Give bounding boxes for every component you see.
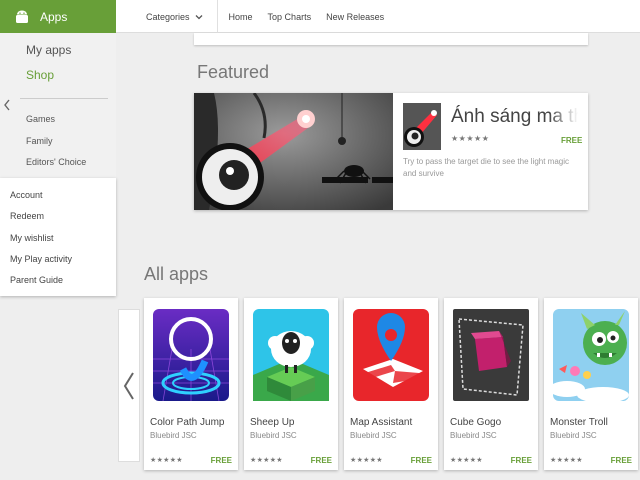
featured-card[interactable]: Ánh sáng ma thuật ★★★★★ FREE Try to pass… <box>194 93 588 210</box>
app-price[interactable]: FREE <box>411 456 432 465</box>
scroll-left-button[interactable] <box>118 309 140 462</box>
sidebar-divider <box>20 98 108 99</box>
app-rating: ★★★★★ <box>250 457 283 464</box>
parent-guide-link[interactable]: Parent Guide <box>10 275 63 285</box>
sidebar-item-editors-choice[interactable]: Editors' Choice <box>26 157 86 167</box>
categories-label: Categories <box>146 11 190 22</box>
app-name[interactable]: Cube Gogo <box>450 417 501 428</box>
app-price[interactable]: FREE <box>611 456 632 465</box>
account-menu: Account Redeem My wishlist My Play activ… <box>0 178 116 296</box>
nav-new-releases[interactable]: New Releases <box>326 12 384 22</box>
app-card-cube-gogo[interactable]: Cube Gogo Bluebird JSC ★★★★★ FREE <box>444 298 538 470</box>
redeem-link[interactable]: Redeem <box>10 211 44 221</box>
app-name[interactable]: Monster Troll <box>550 417 608 428</box>
app-card-map-assistant[interactable]: Map Assistant Bluebird JSC ★★★★★ FREE <box>344 298 438 470</box>
play-activity-link[interactable]: My Play activity <box>10 254 72 264</box>
sidebar-item-games[interactable]: Games <box>26 114 55 124</box>
featured-app-icon <box>403 103 441 150</box>
chevron-left-icon[interactable] <box>3 99 11 111</box>
app-price[interactable]: FREE <box>311 456 332 465</box>
app-card-color-path-jump[interactable]: Color Path Jump Bluebird JSC ★★★★★ FREE <box>144 298 238 470</box>
app-rating: ★★★★★ <box>150 457 183 464</box>
sidebar-item-my-apps[interactable]: My apps <box>26 43 71 57</box>
sheep-icon <box>253 309 329 401</box>
all-apps-section-title: All apps <box>144 264 209 284</box>
app-developer[interactable]: Bluebird JSC <box>450 431 497 440</box>
app-card-monster-troll[interactable]: Monster Troll Bluebird JSC ★★★★★ FREE <box>544 298 638 470</box>
app-developer[interactable]: Bluebird JSC <box>550 431 597 440</box>
app-card-sheep-up[interactable]: Sheep Up Bluebird JSC ★★★★★ FREE <box>244 298 338 470</box>
chevron-left-icon <box>123 371 134 400</box>
previous-card-edge <box>194 33 588 45</box>
app-name[interactable]: Map Assistant <box>350 417 412 428</box>
app-developer[interactable]: Bluebird JSC <box>350 431 397 440</box>
top-bar: Apps Categories Home Top Charts New Rele… <box>0 0 640 33</box>
app-name[interactable]: Sheep Up <box>250 417 294 428</box>
color-path-jump-icon <box>153 309 229 401</box>
top-nav: Categories Home Top Charts New Releases <box>146 0 399 33</box>
featured-section-title: Featured <box>197 62 270 82</box>
title-fade <box>549 103 588 133</box>
app-rating: ★★★★★ <box>450 457 483 464</box>
featured-artwork <box>194 93 393 210</box>
app-price[interactable]: FREE <box>211 456 232 465</box>
app-rating: ★★★★★ <box>550 457 583 464</box>
cube-icon <box>453 309 529 401</box>
nav-divider <box>216 0 218 33</box>
nav-top-charts[interactable]: Top Charts <box>268 12 312 22</box>
apps-brand[interactable]: Apps <box>0 0 116 33</box>
categories-dropdown[interactable]: Categories <box>146 12 203 22</box>
brand-label: Apps <box>40 9 68 24</box>
nav-home[interactable]: Home <box>229 12 253 22</box>
app-developer[interactable]: Bluebird JSC <box>250 431 297 440</box>
sidebar-item-shop[interactable]: Shop <box>26 68 54 82</box>
featured-price[interactable]: FREE <box>561 136 582 145</box>
sidebar-nav: My apps Shop Games Family Editors' Choic… <box>0 33 116 178</box>
wishlist-link[interactable]: My wishlist <box>10 233 54 243</box>
account-link[interactable]: Account <box>10 190 43 200</box>
app-developer[interactable]: Bluebird JSC <box>150 431 197 440</box>
chevron-down-icon <box>195 14 202 19</box>
featured-description: Try to pass the target die to see the li… <box>403 157 570 178</box>
app-rating: ★★★★★ <box>350 457 383 464</box>
map-pin-icon <box>353 309 429 401</box>
android-icon <box>16 10 28 23</box>
featured-rating: ★★★★★ <box>451 134 490 143</box>
monster-icon <box>553 309 629 401</box>
app-name[interactable]: Color Path Jump <box>150 417 224 428</box>
sidebar-item-family[interactable]: Family <box>26 136 53 146</box>
app-price[interactable]: FREE <box>511 456 532 465</box>
